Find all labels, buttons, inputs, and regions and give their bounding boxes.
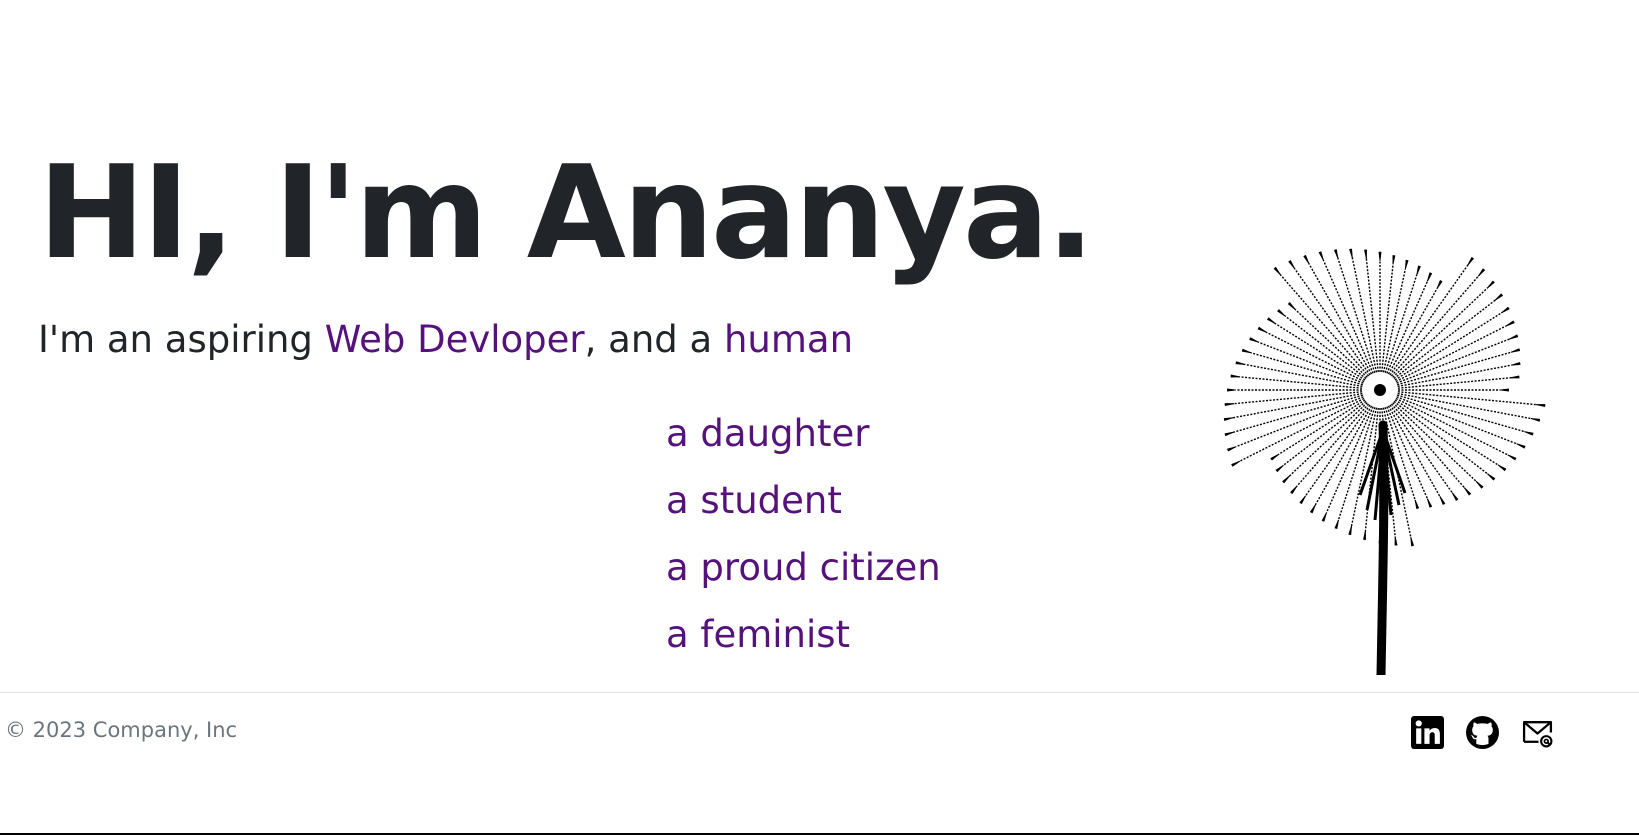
role-item-citizen: a proud citizen [666, 546, 941, 589]
dandelion-seed [1308, 263, 1373, 375]
role-item-feminist: a feminist [666, 613, 851, 656]
footer-divider [0, 692, 1639, 693]
dandelion-seed [1322, 259, 1374, 374]
dandelion-seed [1387, 405, 1441, 497]
tagline-role-highlight: Web Devloper [324, 318, 585, 361]
email-link[interactable] [1521, 716, 1554, 749]
dandelion-seed [1397, 391, 1537, 406]
dandelion-seed [1244, 363, 1363, 388]
dandelion-seed [1395, 397, 1509, 456]
role-item-student: a student [666, 479, 842, 522]
tagline-human-highlight: human [723, 318, 854, 361]
tagline-prefix: I'm an aspiring [38, 318, 325, 361]
dandelion-seed [1235, 396, 1364, 448]
dandelion-seed [1282, 400, 1367, 466]
dandelion-illustration [1223, 248, 1546, 675]
dandelion-seed [1393, 400, 1488, 475]
dandelion-seed [1392, 287, 1488, 378]
dandelion-seed [1395, 325, 1507, 383]
email-icon [1522, 721, 1553, 748]
role-item-daughter: a daughter [666, 412, 870, 455]
github-icon [1466, 716, 1499, 749]
roles-list: a daughter a student a proud citizen a f… [666, 400, 941, 668]
dandelion-seed [1278, 399, 1366, 455]
tagline-middle: , and a [584, 318, 724, 361]
social-links [1411, 716, 1554, 749]
page: HI, I'm Ananya. I'm an aspiring Web Devl… [0, 0, 1639, 835]
dandelion-seed [1274, 322, 1366, 381]
dandelion-seed [1394, 399, 1499, 466]
dandelion-seed [1390, 403, 1465, 489]
github-link[interactable] [1466, 716, 1499, 749]
dandelion-seed [1393, 299, 1496, 380]
dandelion-seed [1233, 391, 1363, 405]
tagline: I'm an aspiring Web Devloper, and a huma… [38, 318, 853, 362]
linkedin-link[interactable] [1411, 716, 1444, 749]
dandelion-seed [1392, 402, 1477, 482]
copyright-text: © 2023 Company, Inc [5, 718, 238, 742]
dandelion-seed [1387, 288, 1438, 375]
dandelion-core [1374, 384, 1386, 396]
linkedin-icon [1411, 716, 1444, 749]
page-title: HI, I'm Ananya. [38, 139, 1095, 288]
